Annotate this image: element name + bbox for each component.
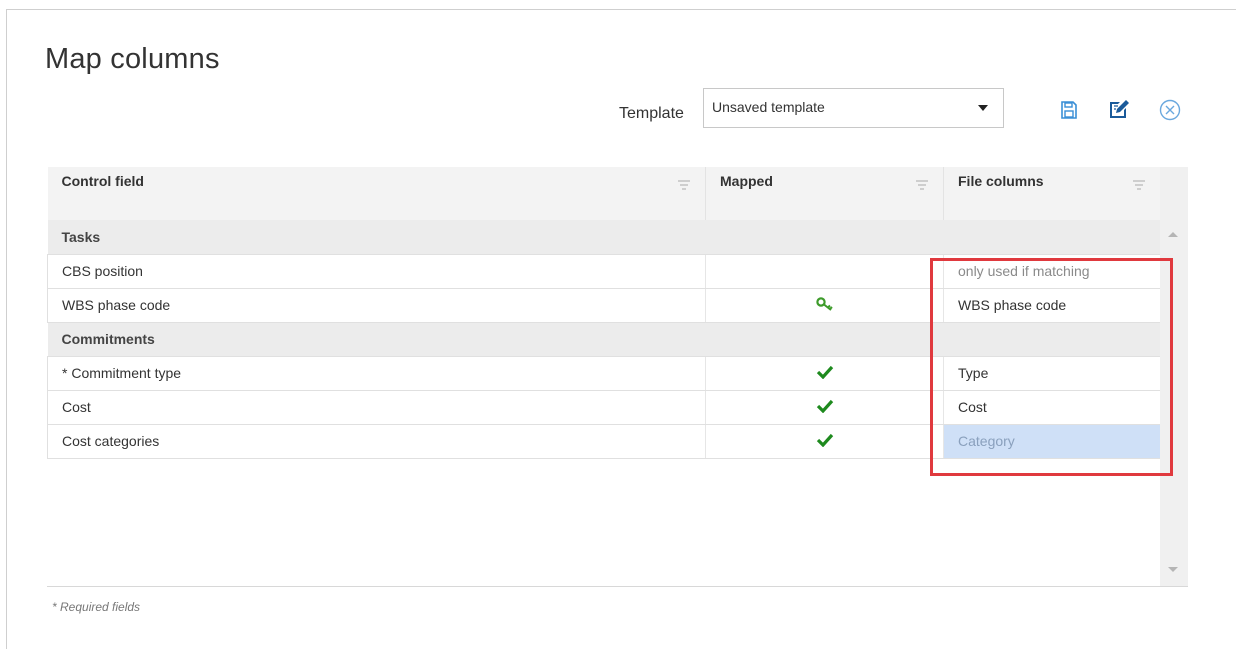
header-mapped: Mapped bbox=[705, 167, 944, 220]
control-field-cell: CBS position bbox=[47, 254, 706, 289]
grid-header-row: Control field Mapped File columns bbox=[47, 167, 1161, 220]
group-label: Tasks bbox=[47, 220, 1161, 255]
key-icon bbox=[815, 296, 833, 311]
mapped-cell bbox=[705, 390, 944, 425]
table-row[interactable]: WBS phase code WBS phase code bbox=[47, 288, 1161, 323]
template-label: Template bbox=[619, 105, 684, 122]
file-column-cell[interactable]: WBS phase code bbox=[943, 288, 1161, 323]
mapped-cell bbox=[705, 254, 944, 289]
header-control-field-label: Control field bbox=[61, 173, 144, 189]
vertical-scrollbar[interactable] bbox=[1160, 167, 1188, 586]
mapped-cell bbox=[705, 288, 944, 323]
chevron-down-icon[interactable] bbox=[978, 105, 988, 111]
file-column-cell[interactable]: Cost bbox=[943, 390, 1161, 425]
control-field-cell: Cost bbox=[47, 390, 706, 425]
filter-icon[interactable] bbox=[677, 178, 691, 194]
save-icon[interactable] bbox=[1060, 100, 1078, 125]
mapped-cell bbox=[705, 356, 944, 391]
control-field-cell: * Commitment type bbox=[47, 356, 706, 391]
group-row-tasks: Tasks bbox=[47, 220, 1161, 255]
scroll-down-icon[interactable] bbox=[1168, 567, 1178, 572]
dialog-title: Map columns bbox=[45, 43, 220, 75]
template-select[interactable]: Unsaved template bbox=[703, 88, 1004, 128]
required-fields-note: * Required fields bbox=[52, 600, 141, 614]
header-file-columns-label: File columns bbox=[958, 173, 1044, 189]
file-column-cell[interactable]: Type bbox=[943, 356, 1161, 391]
close-icon[interactable] bbox=[1159, 99, 1181, 126]
filter-icon[interactable] bbox=[1132, 178, 1146, 194]
file-column-cell[interactable]: only used if matching bbox=[943, 254, 1161, 289]
group-label: Commitments bbox=[47, 322, 1161, 357]
header-mapped-label: Mapped bbox=[720, 173, 773, 189]
table-row[interactable]: CBS position only used if matching bbox=[47, 254, 1161, 289]
template-select-value: Unsaved template bbox=[712, 99, 825, 115]
header-control-field: Control field bbox=[47, 167, 706, 220]
divider bbox=[47, 586, 1188, 587]
file-column-cell[interactable]: Category bbox=[943, 424, 1161, 459]
edit-template-icon[interactable] bbox=[1107, 97, 1131, 126]
table-row[interactable]: Cost categories Category bbox=[47, 424, 1161, 459]
check-icon bbox=[816, 365, 833, 379]
control-field-cell: WBS phase code bbox=[47, 288, 706, 323]
column-mapping-grid: Control field Mapped File columns Tasks bbox=[47, 167, 1161, 459]
check-icon bbox=[816, 399, 833, 413]
filter-icon[interactable] bbox=[915, 178, 929, 194]
table-row[interactable]: * Commitment type Type bbox=[47, 356, 1161, 391]
scroll-up-icon[interactable] bbox=[1168, 232, 1178, 237]
check-icon bbox=[816, 433, 833, 447]
mapped-cell bbox=[705, 424, 944, 459]
header-file-columns: File columns bbox=[943, 167, 1161, 220]
table-row[interactable]: Cost Cost bbox=[47, 390, 1161, 425]
group-row-commitments: Commitments bbox=[47, 322, 1161, 357]
control-field-cell: Cost categories bbox=[47, 424, 706, 459]
